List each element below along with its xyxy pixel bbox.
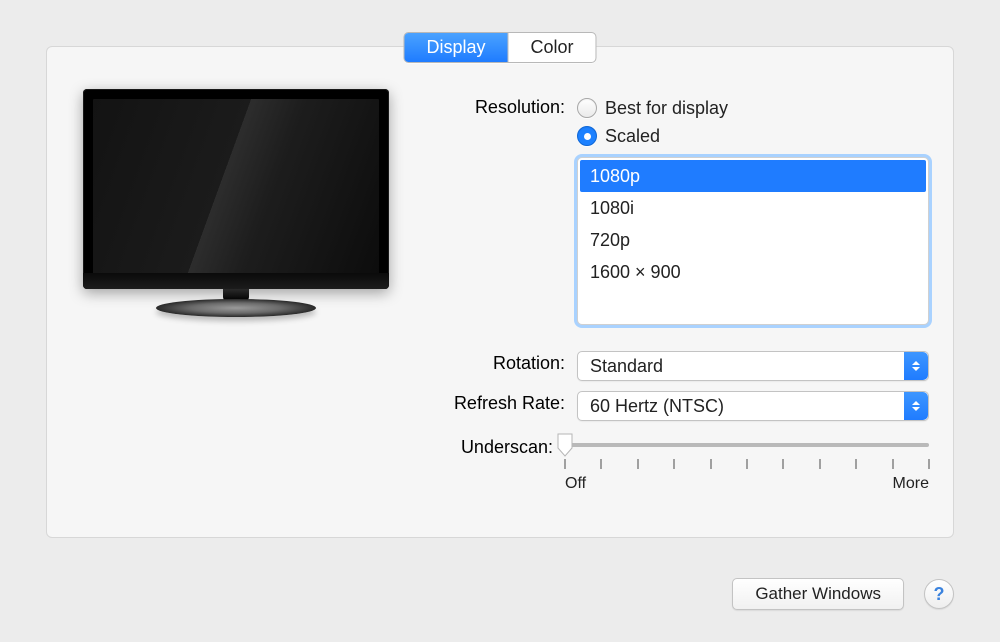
- row-rotation: Rotation: Standard: [427, 351, 929, 381]
- resolution-item[interactable]: 1600 × 900: [580, 256, 926, 288]
- gather-windows-button[interactable]: Gather Windows: [732, 578, 904, 610]
- row-underscan: Underscan: Off: [427, 435, 929, 493]
- radio-icon: [577, 98, 597, 118]
- slider-end-left: Off: [565, 475, 586, 493]
- popup-stepper-icon: [904, 392, 928, 420]
- radio-best-for-display[interactable]: Best for display: [577, 95, 929, 121]
- refresh-rate-value: 60 Hertz (NTSC): [578, 396, 904, 417]
- slider-thumb[interactable]: [557, 433, 573, 457]
- monitor-illustration: [83, 89, 389, 349]
- label-resolution: Resolution:: [427, 95, 577, 118]
- monitor-bezel: [83, 89, 389, 289]
- underscan-slider[interactable]: Off More: [565, 435, 929, 493]
- row-refresh-rate: Refresh Rate: 60 Hertz (NTSC): [427, 391, 929, 421]
- label-rotation: Rotation:: [427, 351, 577, 374]
- monitor-screen: [93, 99, 379, 279]
- radio-label: Best for display: [605, 98, 728, 119]
- radio-scaled[interactable]: Scaled: [577, 123, 929, 149]
- rotation-popup[interactable]: Standard: [577, 351, 929, 381]
- slider-rail: [565, 443, 929, 447]
- resolution-list[interactable]: 1080p1080i720p1600 × 900: [577, 157, 929, 325]
- popup-stepper-icon: [904, 352, 928, 380]
- display-settings-panel: Resolution: Best for display Scaled 1080…: [46, 46, 954, 538]
- resolution-item[interactable]: 1080i: [580, 192, 926, 224]
- label-refresh-rate: Refresh Rate:: [427, 391, 577, 414]
- bottom-controls: Gather Windows ?: [732, 578, 954, 610]
- tab-display[interactable]: Display: [404, 33, 507, 62]
- tab-segmented-control: Display Color: [403, 32, 596, 63]
- resolution-item[interactable]: 1080p: [580, 160, 926, 192]
- radio-label: Scaled: [605, 126, 660, 147]
- refresh-rate-popup[interactable]: 60 Hertz (NTSC): [577, 391, 929, 421]
- display-settings-form: Resolution: Best for display Scaled 1080…: [427, 95, 929, 503]
- help-button[interactable]: ?: [924, 579, 954, 609]
- row-resolution: Resolution: Best for display Scaled 1080…: [427, 95, 929, 325]
- resolution-item[interactable]: 720p: [580, 224, 926, 256]
- tab-color[interactable]: Color: [508, 33, 596, 62]
- label-underscan: Underscan:: [427, 435, 565, 458]
- display-prefs-window: Resolution: Best for display Scaled 1080…: [0, 0, 1000, 642]
- radio-icon: [577, 126, 597, 146]
- slider-ticks: [565, 459, 929, 471]
- rotation-value: Standard: [578, 356, 904, 377]
- slider-end-right: More: [893, 475, 929, 493]
